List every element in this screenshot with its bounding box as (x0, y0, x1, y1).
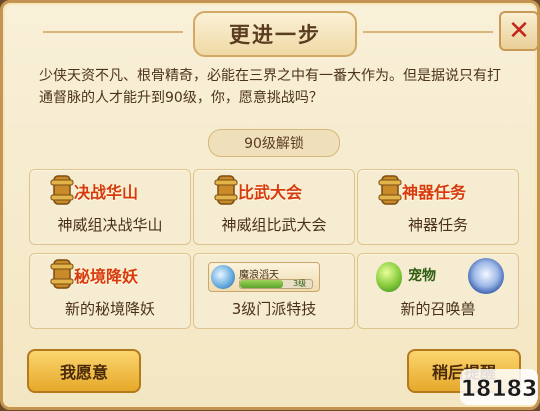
title-divider-left (43, 31, 183, 33)
skill-orb-icon (211, 265, 235, 289)
pet-tag: 宠物 (408, 268, 436, 284)
feature-tag: 比武大会 (238, 183, 303, 202)
close-icon: ✕ (508, 16, 530, 46)
intro-text: 少侠天资不凡、根骨精奇，必能在三界之中有一番大作为。但是据说只有打通督脉的人才能… (39, 68, 501, 106)
feature-caption: 神威组决战华山 (57, 216, 163, 234)
scroll-icon (214, 175, 238, 205)
feature-tag: 秘境降妖 (74, 267, 139, 286)
scroll-icon (50, 175, 74, 205)
skill-level-fill (240, 280, 284, 288)
feature-card-huashan[interactable]: 决战华山 神威组决战华山 (29, 169, 191, 245)
skill-level: 3级 (293, 279, 307, 288)
summon-beast-icon (468, 258, 504, 294)
pet-egg-icon (376, 262, 402, 292)
watermark-logo: 18183 (460, 369, 538, 405)
feature-caption: 新的召唤兽 (400, 300, 476, 318)
feature-caption: 3级门派特技 (231, 300, 317, 318)
feature-caption: 神器任务 (407, 216, 468, 234)
feature-caption: 神威组比武大会 (221, 216, 327, 234)
accept-button[interactable]: 我愿意 (27, 349, 141, 393)
feature-card-sect-skill[interactable]: 魔浪滔天 3级 3级门派特技 (193, 253, 355, 329)
feature-card-summon-beast[interactable]: 宠物 新的召唤兽 (357, 253, 519, 329)
title-divider-right (363, 31, 493, 33)
advance-dialog: 更进一步 ✕ 少侠天资不凡、根骨精奇，必能在三界之中有一番大作为。但是据说只有打… (0, 0, 540, 410)
scroll-icon (50, 259, 74, 289)
feature-card-secret-realm[interactable]: 秘境降妖 新的秘境降妖 (29, 253, 191, 329)
close-button[interactable]: ✕ (499, 11, 539, 51)
svg-text:18183: 18183 (461, 377, 538, 402)
feature-tag: 决战华山 (74, 183, 139, 202)
scroll-icon (378, 175, 402, 205)
dialog-title: 更进一步 (229, 23, 321, 47)
feature-card-artifact-quest[interactable]: 神器任务 神器任务 (357, 169, 519, 245)
feature-caption: 新的秘境降妖 (64, 300, 155, 318)
feature-card-tournament[interactable]: 比武大会 神威组比武大会 (193, 169, 355, 245)
unlock-level-badge: 90级解锁 (208, 129, 340, 157)
feature-tag: 神器任务 (402, 183, 467, 202)
skill-panel: 魔浪滔天 3级 (208, 262, 320, 292)
title-plate: 更进一步 (193, 11, 357, 57)
